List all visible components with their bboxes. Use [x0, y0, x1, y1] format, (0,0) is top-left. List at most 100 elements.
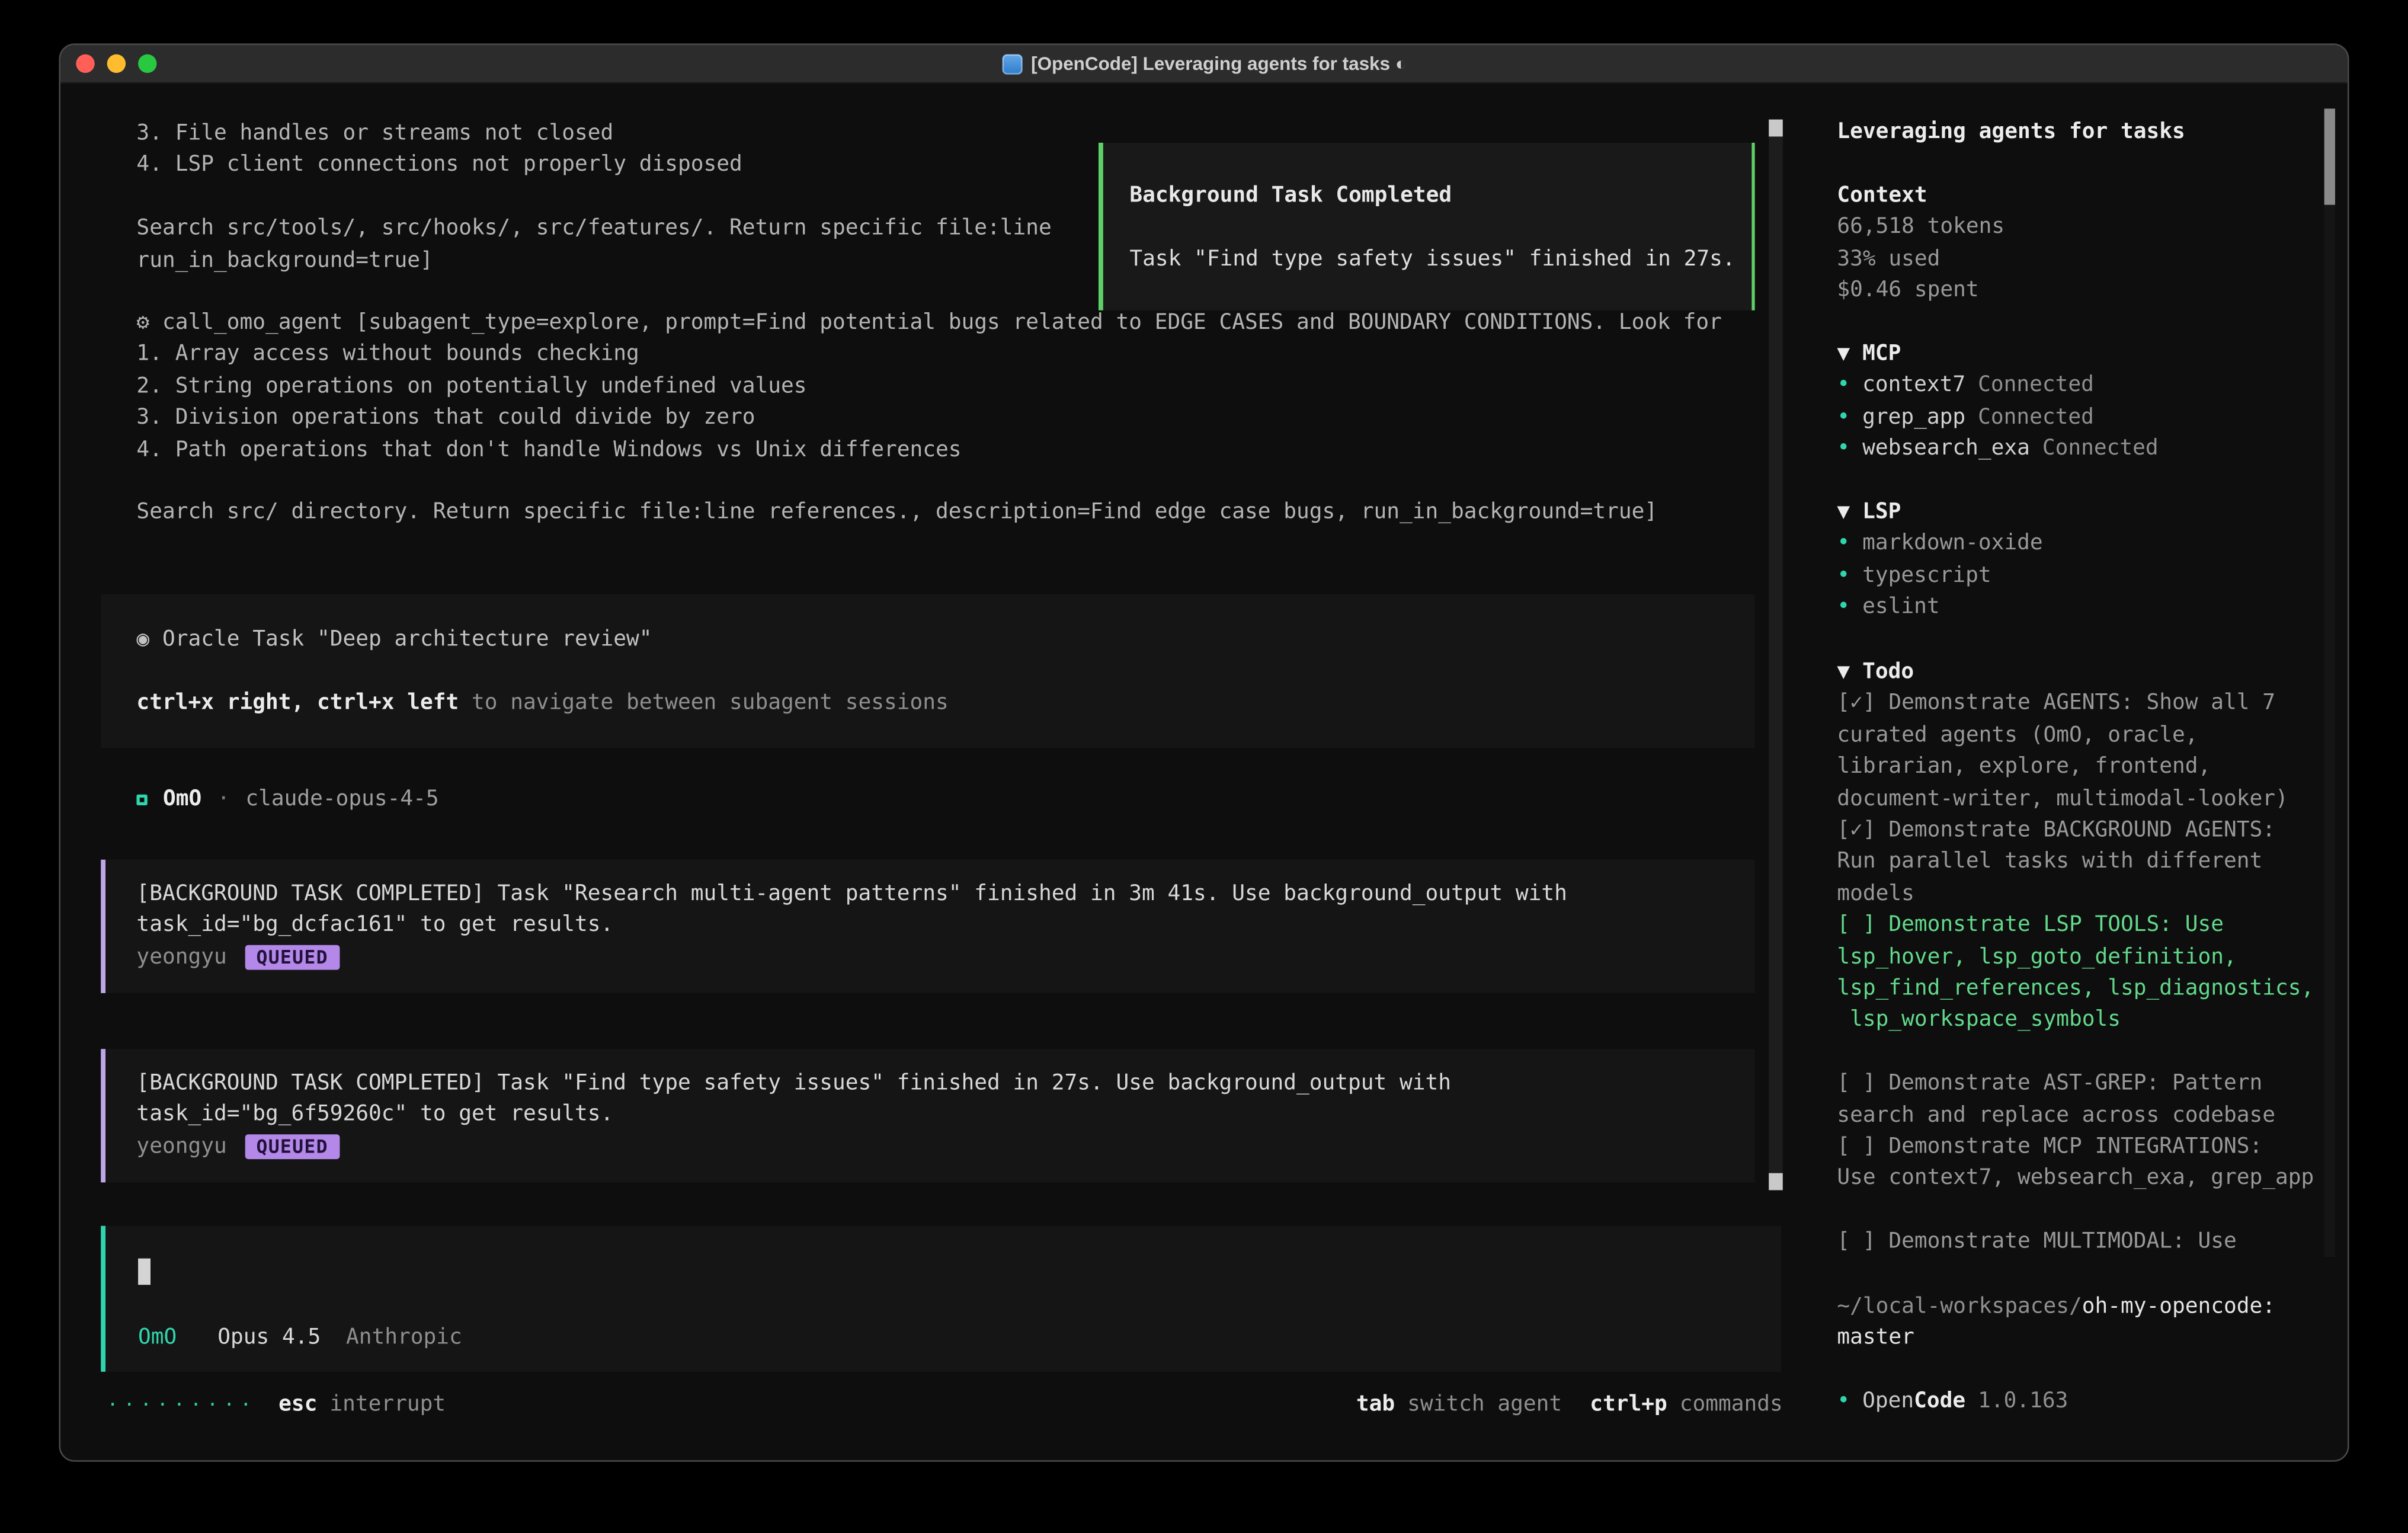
mcp-heading-label: MCP — [1862, 338, 1901, 370]
message-author: yeongyu — [136, 942, 226, 973]
workspace-path: ~/local-workspaces/oh-my-opencode: maste… — [1837, 1291, 2336, 1355]
toast-body: Task "Find type safety issues" finished … — [1129, 244, 1730, 276]
mcp-item: • context7 Connected — [1837, 370, 2158, 401]
tool-call-block: ⚙ call_omo_agent [subagent_type=explore,… — [136, 307, 1721, 529]
scrollbar-thumb[interactable] — [2324, 108, 2335, 204]
scrollbar-thumb[interactable] — [1769, 1173, 1783, 1190]
app-name-regular: Open — [1862, 1389, 1914, 1414]
lsp-heading[interactable]: ▼ LSP — [1837, 497, 2042, 528]
chevron-down-icon: ▼ — [1837, 338, 1850, 370]
todo-item-pending: [ ] Demonstrate MULTIMODAL: Use — [1837, 1226, 2336, 1257]
window-icon — [1001, 53, 1022, 73]
session-title: Leveraging agents for tasks — [1837, 116, 2185, 148]
todo-item-pending: [ ] Demonstrate AST-GREP: Pattern search… — [1837, 1068, 2336, 1131]
todo-heading-label: Todo — [1862, 657, 1914, 688]
terminal-scrollbar-track[interactable] — [1769, 120, 1783, 1190]
minimize-button[interactable] — [107, 55, 126, 73]
lsp-name: typescript — [1862, 563, 1991, 588]
lsp-heading-label: LSP — [1862, 497, 1901, 528]
mcp-section: ▼ MCP • context7 Connected • grep_app Connec… — [1837, 338, 2158, 465]
lsp-item: • typescript — [1837, 560, 2042, 591]
ctrlp-key-hint: ctrl+p — [1590, 1389, 1667, 1420]
mcp-item: •websearch_exaConnected — [1837, 433, 2158, 465]
app-name-bold: Code — [1914, 1389, 1965, 1414]
agent-name: OmO — [163, 783, 201, 815]
tab-key-hint: tab — [1356, 1389, 1395, 1420]
toast-notification: Background Task Completed Task "Find typ… — [1099, 143, 1755, 311]
agent-square-icon — [136, 794, 147, 805]
bullet-icon: • — [1837, 563, 1850, 588]
chevron-down-icon: ▼ — [1837, 657, 1850, 688]
sidebar-scrollbar-track[interactable] — [2324, 108, 2335, 1257]
message-body: [BACKGROUND TASK COMPLETED] Task "Resear… — [136, 878, 1754, 942]
toast-title: Background Task Completed — [1129, 180, 1730, 212]
bullet-icon: • — [1837, 532, 1850, 556]
titlebar: [OpenCode] Leveraging agents for tasks ◐ — [60, 45, 2348, 84]
screen: [OpenCode] Leveraging agents for tasks ◐… — [0, 0, 2408, 1533]
window-title: [OpenCode] Leveraging agents for tasks ◐ — [1031, 53, 1407, 75]
status-bar: ········· esc interrupt tab switch agent… — [107, 1389, 1783, 1420]
todo-heading[interactable]: ▼ Todo — [1837, 657, 2336, 688]
chevron-down-icon: ▼ — [1837, 497, 1850, 528]
lsp-item: • eslint — [1837, 591, 2042, 623]
input-provider-name: Anthropic — [346, 1325, 462, 1350]
mcp-status: Connected — [1978, 405, 2094, 430]
oracle-hint-line: ctrl+x right, ctrl+x left to navigate be… — [136, 687, 1754, 719]
status-badge: QUEUED — [245, 945, 339, 970]
mcp-name: context7 — [1862, 373, 1965, 398]
context-tokens: 66,518 tokens — [1837, 212, 2004, 243]
context-section: Context 66,518 tokens 33% used $0.46 spe… — [1837, 180, 2004, 307]
bullet-icon: • — [1837, 594, 1850, 619]
status-badge: QUEUED — [245, 1134, 339, 1159]
app-window: [OpenCode] Leveraging agents for tasks ◐… — [59, 43, 2349, 1461]
path-repo: oh-my-opencode: — [2082, 1294, 2275, 1319]
sidebar: Leveraging agents for tasks Context 66,5… — [1814, 84, 2349, 1461]
agent-separator: · — [217, 783, 230, 815]
message-footer: yeongyu QUEUED — [136, 1131, 1754, 1162]
lsp-item: • markdown-oxide — [1837, 528, 2042, 559]
mcp-name: grep_app — [1862, 405, 1965, 430]
background-task-message: [BACKGROUND TASK COMPLETED] Task "Resear… — [101, 860, 1754, 993]
git-branch: master — [1837, 1323, 2336, 1354]
background-task-message: [BACKGROUND TASK COMPLETED] Task "Find t… — [101, 1049, 1754, 1182]
agent-header: OmO · claude-opus-4-5 — [136, 783, 438, 815]
mcp-heading[interactable]: ▼ MCP — [1837, 338, 2158, 370]
lsp-section: ▼ LSP • markdown-oxide • typescript • eslin… — [1837, 497, 2042, 623]
mcp-name: websearch_exa — [1862, 436, 2030, 461]
bullet-icon: • — [1837, 405, 1850, 430]
lsp-name: eslint — [1862, 594, 1940, 619]
input-model-name: Opus 4.5 — [217, 1325, 321, 1350]
context-spent: $0.46 spent — [1837, 275, 2004, 306]
todo-section: ▼ Todo [✓] Demonstrate AGENTS: Show all … — [1837, 657, 2336, 1258]
todo-item-done: [✓] Demonstrate BACKGROUND AGENTS: Run p… — [1837, 815, 2336, 910]
scrollbar-thumb[interactable] — [1769, 120, 1783, 137]
prompt-input[interactable]: OmO Opus 4.5 Anthropic — [101, 1226, 1781, 1372]
bullet-icon: • — [1837, 1389, 1850, 1414]
input-agent-name: OmO — [138, 1325, 177, 1350]
version-line: •OpenCode1.0.163 — [1837, 1385, 2068, 1417]
esc-key-label: interrupt — [329, 1389, 446, 1420]
text-cursor — [138, 1259, 150, 1285]
traffic-lights — [76, 45, 156, 82]
workspace-path-line: ~/local-workspaces/oh-my-opencode: — [1837, 1291, 2336, 1323]
todo-item-pending: [ ] Demonstrate MCP INTEGRATIONS: Use co… — [1837, 1131, 2336, 1195]
oracle-task-title: ◉ Oracle Task "Deep architecture review" — [136, 624, 1754, 655]
lsp-name: markdown-oxide — [1862, 532, 2043, 556]
bullet-icon: • — [1837, 373, 1850, 398]
window-title-wrap: [OpenCode] Leveraging agents for tasks ◐ — [1001, 53, 1406, 75]
context-used: 33% used — [1837, 244, 2004, 275]
ctrlp-key-label: commands — [1680, 1389, 1783, 1420]
context-heading: Context — [1837, 180, 2004, 212]
input-model-line: OmO Opus 4.5 Anthropic — [138, 1322, 462, 1353]
terminal-scrollback: 3. File handles or streams not closed 4.… — [136, 118, 1051, 276]
close-button[interactable] — [76, 55, 94, 73]
oracle-task-panel: ◉ Oracle Task "Deep architecture review"… — [101, 594, 1754, 748]
mcp-status: Connected — [2042, 436, 2159, 461]
todo-item-active: [ ] Demonstrate LSP TOOLS: Use lsp_hover… — [1837, 910, 2336, 1036]
message-body: [BACKGROUND TASK COMPLETED] Task "Find t… — [136, 1068, 1754, 1131]
mcp-status: Connected — [1978, 373, 2094, 398]
oracle-hint-text: to navigate between subagent sessions — [459, 690, 949, 715]
zoom-button[interactable] — [138, 55, 156, 73]
message-author: yeongyu — [136, 1131, 226, 1162]
oracle-shortcut: ctrl+x right, ctrl+x left — [136, 690, 459, 715]
